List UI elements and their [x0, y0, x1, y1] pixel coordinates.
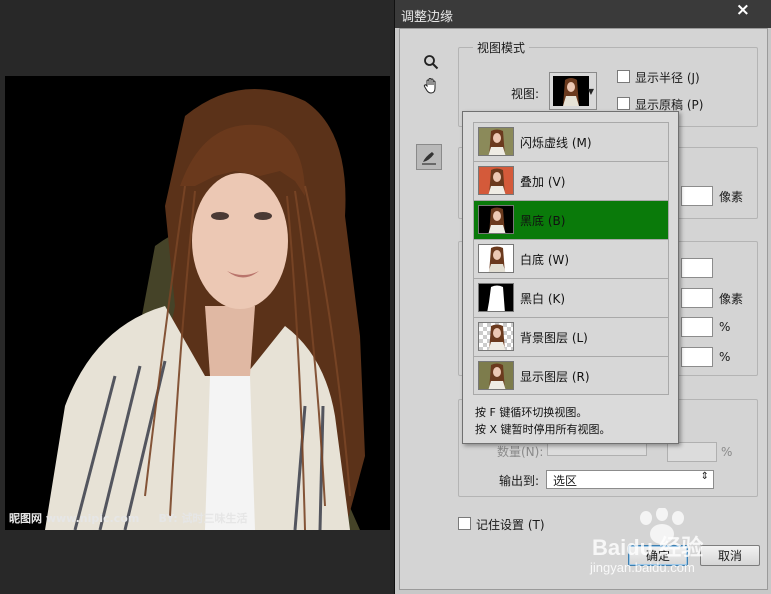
- remember-settings-label: 记住设置 (T): [476, 518, 545, 532]
- hand-tool-icon[interactable]: [418, 73, 444, 99]
- show-radius-label: 显示半径 (J): [635, 71, 700, 85]
- watermark-brand: Baidu 经验: [592, 535, 704, 560]
- reveal-layer-thumb: [478, 361, 514, 390]
- view-option-reveal-layer[interactable]: 显示图层 (R): [473, 356, 669, 395]
- zoom-tool-icon[interactable]: [418, 49, 444, 75]
- contrast-field[interactable]: [681, 317, 713, 337]
- updown-arrows-icon: ⇕: [700, 471, 709, 482]
- watermark-left: 昵图网 www.nipic.com: [9, 512, 140, 525]
- view-preview-thumb: [553, 76, 589, 106]
- dialog-titlebar[interactable]: 调整边缘 ×: [395, 0, 771, 28]
- remember-settings-checkbox[interactable]: [458, 517, 471, 530]
- view-picker-button[interactable]: ▼: [549, 72, 597, 110]
- view-option-label: 显示图层 (R): [520, 370, 590, 384]
- on-white-thumb: [478, 244, 514, 273]
- view-mode-title: 视图模式: [473, 39, 530, 56]
- view-option-label: 闪烁虚线 (M): [520, 136, 592, 150]
- view-option-on-black[interactable]: 黑底 (B): [473, 200, 669, 239]
- black-white-thumb: [478, 283, 514, 312]
- radius-field[interactable]: [681, 186, 713, 206]
- amount-unit: %: [721, 445, 733, 459]
- checker-layer-thumb: [478, 322, 514, 351]
- marching-ants-thumb: [478, 127, 514, 156]
- refine-radius-brush-icon[interactable]: [416, 144, 442, 170]
- watermark-url: jingyan.baidu.com: [590, 560, 695, 575]
- view-option-label: 白底 (W): [520, 253, 570, 267]
- watermark-right: BY: 试时三味生活: [158, 512, 248, 525]
- view-option-label: 黑底 (B): [520, 214, 566, 228]
- shift-edge-unit: %: [719, 350, 731, 364]
- feather-field[interactable]: [681, 288, 713, 308]
- view-option-black-white[interactable]: 黑白 (K): [473, 278, 669, 317]
- show-radius-checkbox[interactable]: [617, 70, 630, 83]
- output-to-label: 输出到:: [499, 474, 540, 488]
- view-option-label: 叠加 (V): [520, 175, 566, 189]
- feather-unit: 像素: [719, 292, 744, 306]
- view-hint-cycle: 按 F 键循环切换视图。: [475, 406, 588, 419]
- view-label: 视图:: [511, 87, 540, 101]
- view-option-overlay[interactable]: 叠加 (V): [473, 161, 669, 200]
- view-hint-disable: 按 X 键暂时停用所有视图。: [475, 423, 611, 436]
- output-to-select[interactable]: 选区 ⇕: [546, 470, 714, 489]
- chevron-down-icon: ▼: [587, 87, 594, 96]
- view-options-list: 闪烁虚线 (M) 叠加 (V) 黑底 (B) 白底 (W) 黑白 (K) 背景图…: [473, 122, 669, 395]
- amount-slider: [547, 442, 647, 456]
- baidu-jingyan-watermark: Baidu 经验 jingyan.baidu.com: [590, 507, 750, 584]
- view-option-on-white[interactable]: 白底 (W): [473, 239, 669, 278]
- amount-label: 数量(N):: [497, 445, 544, 459]
- overlay-thumb: [478, 166, 514, 195]
- view-option-label: 背景图层 (L): [520, 331, 588, 345]
- output-to-value: 选区: [553, 474, 578, 488]
- portrait-illustration: [5, 76, 390, 530]
- contrast-unit: %: [719, 320, 731, 334]
- document-canvas: 昵图网 www.nipic.com BY: 试时三味生活: [0, 0, 394, 594]
- image-watermark: 昵图网 www.nipic.com BY: 试时三味生活: [9, 510, 247, 526]
- view-option-on-layers[interactable]: 背景图层 (L): [473, 317, 669, 356]
- view-option-label: 黑白 (K): [520, 292, 566, 306]
- show-original-checkbox[interactable]: [617, 97, 630, 110]
- close-icon[interactable]: ×: [736, 0, 750, 20]
- radius-unit: 像素: [719, 190, 744, 204]
- masked-portrait-image[interactable]: 昵图网 www.nipic.com BY: 试时三味生活: [5, 76, 390, 530]
- amount-field: [667, 442, 717, 462]
- smooth-field[interactable]: [681, 258, 713, 278]
- view-dropdown-menu: 闪烁虚线 (M) 叠加 (V) 黑底 (B) 白底 (W) 黑白 (K) 背景图…: [462, 111, 679, 444]
- view-option-marching-ants[interactable]: 闪烁虚线 (M): [473, 122, 669, 161]
- on-black-thumb: [478, 205, 514, 234]
- shift-edge-field[interactable]: [681, 347, 713, 367]
- dialog-title: 调整边缘: [401, 10, 454, 25]
